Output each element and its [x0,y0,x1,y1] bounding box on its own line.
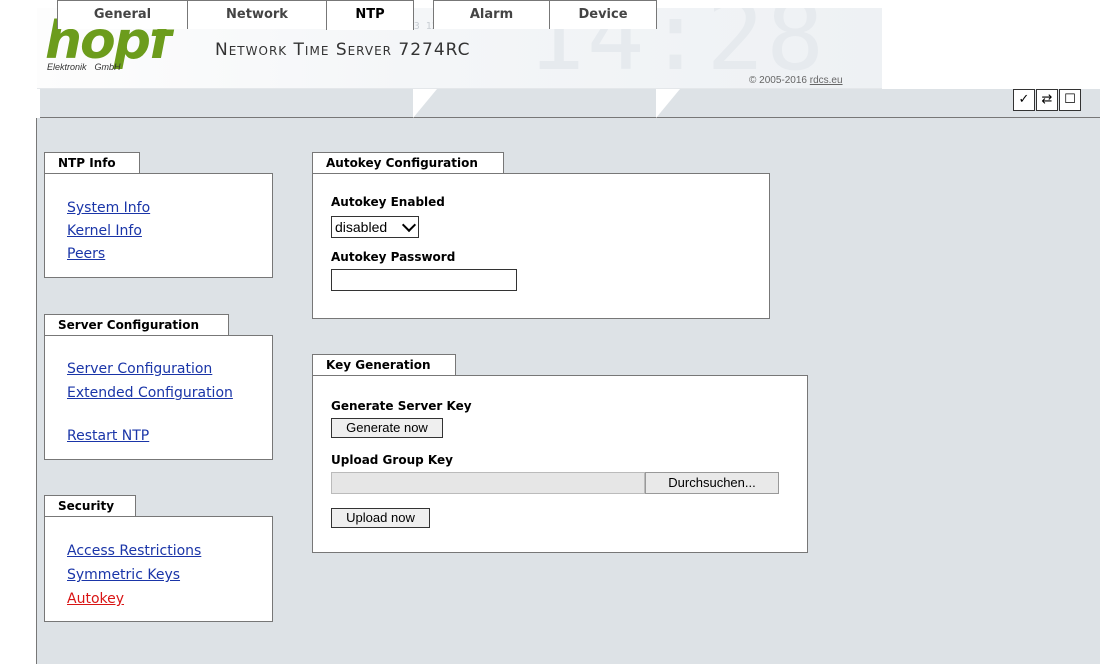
ntp-info-title: NTP Info [44,152,140,174]
link-kernel-info[interactable]: Kernel Info [67,222,142,240]
security-title: Security [44,495,136,517]
link-server-configuration[interactable]: Server Configuration [67,360,212,378]
link-access-restrictions[interactable]: Access Restrictions [67,542,201,560]
generate-server-key-label: Generate Server Key [331,399,472,413]
tab-device-fold [656,89,680,118]
copyright: © 2005-2016 rdcs.eu [749,75,843,86]
reload-icon[interactable]: ⇄ [1036,89,1058,111]
tab-device[interactable]: Device [549,0,657,29]
upload-now-button[interactable]: Upload now [331,508,430,528]
tab-bar [40,89,1100,118]
generate-now-button[interactable]: Generate now [331,418,443,438]
tab-general[interactable]: General [57,0,188,29]
autokey-config-title: Autokey Configuration [312,152,504,174]
link-symmetric-keys[interactable]: Symmetric Keys [67,566,180,584]
link-system-info[interactable]: System Info [67,199,150,217]
tab-alarm[interactable]: Alarm [433,0,550,29]
save-icon[interactable]: ☐ [1059,89,1081,111]
server-config-title: Server Configuration [44,314,229,336]
logo-subtitle: Elektronik GmbH [47,62,121,72]
apply-icon[interactable]: ✓ [1013,89,1035,111]
link-extended-configuration[interactable]: Extended Configuration [67,384,247,402]
autokey-enabled-label: Autokey Enabled [331,195,445,209]
autokey-password-label: Autokey Password [331,250,456,264]
copyright-link[interactable]: rdcs.eu [810,75,843,86]
autokey-enabled-select[interactable]: disabled [331,216,419,238]
link-peers[interactable]: Peers [67,245,105,263]
tab-ntp-fold [413,89,437,118]
autokey-password-input[interactable] [331,269,517,291]
tab-network[interactable]: Network [187,0,327,29]
link-autokey[interactable]: Autokey [67,590,124,608]
key-generation-title: Key Generation [312,354,456,376]
tab-ntp[interactable]: NTP [326,0,414,30]
page-title: Network Time Server 7274RC [215,40,471,60]
upload-group-key-label: Upload Group Key [331,453,453,467]
link-restart-ntp[interactable]: Restart NTP [67,427,149,445]
browse-button[interactable]: Durchsuchen... [645,472,779,494]
toolbar-icons: ✓ ⇄ ☐ [1013,89,1081,114]
group-key-file-input[interactable] [331,472,645,494]
chevron-down-icon [401,217,417,233]
